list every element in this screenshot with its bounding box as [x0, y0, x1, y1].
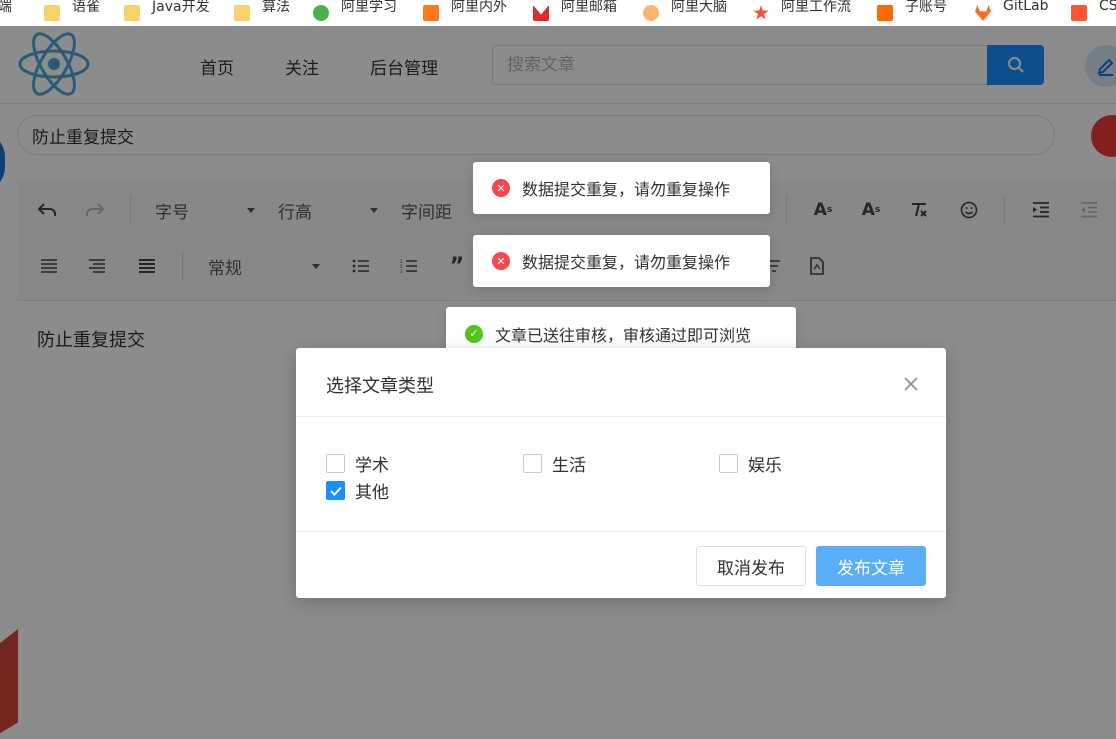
- dialog-body: 学术 生活 娱乐 其他: [296, 417, 946, 532]
- bookmark-ali-mail[interactable]: 阿里邮箱: [533, 0, 617, 26]
- bookmarks-bar: 前端 语雀 Java开发 算法 阿里学习 阿里内外 阿里邮箱 阿里大脑 阿里工作…: [0, 0, 1116, 26]
- bookmark-label: 阿里工作流: [781, 0, 851, 15]
- bookmark-subaccount[interactable]: 子账号: [877, 0, 947, 26]
- bookmark-java[interactable]: Java开发: [124, 0, 210, 26]
- checkbox-life[interactable]: 生活: [523, 451, 586, 476]
- bookmark-gitlab[interactable]: GitLab: [975, 0, 1049, 26]
- bookmark-algorithm[interactable]: 算法: [234, 0, 290, 26]
- checkbox-box[interactable]: [326, 454, 345, 473]
- checkbox-box-checked[interactable]: [326, 481, 345, 500]
- learn-icon: [313, 5, 329, 21]
- success-check-icon: ✓: [465, 324, 483, 343]
- checkbox-entertainment[interactable]: 娱乐: [719, 451, 782, 476]
- publish-article-button[interactable]: 发布文章: [816, 546, 926, 586]
- checkbox-box[interactable]: [719, 454, 738, 473]
- bookmark-ali-neiwai[interactable]: 阿里内外: [423, 0, 507, 26]
- gitlab-icon: [975, 5, 991, 21]
- message-text: 数据提交重复，请勿重复操作: [522, 180, 731, 199]
- bookmark-frontend[interactable]: 前端: [0, 0, 26, 26]
- message-text: 数据提交重复，请勿重复操作: [522, 253, 731, 272]
- bookmark-label: GitLab: [1003, 0, 1049, 14]
- checkbox-box[interactable]: [523, 454, 542, 473]
- workflow-icon: [753, 5, 769, 20]
- check-icon: [329, 486, 342, 496]
- article-type-dialog: 选择文章类型 学术 生活 娱乐 其他 取消发布 发布文章: [296, 348, 946, 598]
- cancel-publish-button[interactable]: 取消发布: [696, 546, 806, 586]
- bookmark-label: 阿里学习: [341, 0, 397, 15]
- checkbox-other[interactable]: 其他: [326, 478, 389, 503]
- error-icon: ✕: [492, 252, 510, 270]
- folder-icon: [124, 5, 140, 21]
- csdn-icon: [1071, 5, 1087, 21]
- checkbox-label: 其他: [355, 483, 389, 503]
- dialog-title: 选择文章类型: [326, 376, 434, 397]
- error-message: ✕ 数据提交重复，请勿重复操作: [473, 162, 770, 214]
- bookmark-label: 子账号: [905, 0, 947, 15]
- bookmark-ali-workflow[interactable]: 阿里工作流: [753, 0, 851, 26]
- bookmark-label: 阿里大脑: [671, 0, 727, 15]
- checkbox-label: 生活: [552, 456, 586, 476]
- error-icon: ✕: [492, 179, 510, 197]
- subaccount-icon: [877, 5, 893, 21]
- bookmark-label: CS: [1099, 0, 1116, 14]
- mail-icon: [533, 5, 549, 21]
- folder-icon: [44, 5, 60, 21]
- bookmark-label: 前端: [0, 0, 12, 15]
- checkbox-label: 学术: [355, 456, 389, 476]
- bookmark-yuque[interactable]: 语雀: [44, 0, 100, 26]
- message-text: 文章已送往审核，审核通过即可浏览: [495, 325, 752, 345]
- folder-icon: [234, 5, 250, 21]
- bookmark-label: 算法: [262, 0, 290, 15]
- checkbox-academic[interactable]: 学术: [326, 451, 389, 476]
- brain-icon: [643, 5, 659, 21]
- checkbox-label: 娱乐: [748, 456, 782, 476]
- bookmark-label: Java开发: [152, 0, 210, 15]
- neiwai-icon: [423, 5, 439, 21]
- error-message: ✕ 数据提交重复，请勿重复操作: [473, 235, 770, 287]
- dialog-header: 选择文章类型: [296, 348, 946, 417]
- bookmark-label: 阿里内外: [451, 0, 507, 15]
- close-icon[interactable]: [901, 374, 921, 394]
- bookmark-label: 语雀: [72, 0, 100, 15]
- bookmark-ali-brain[interactable]: 阿里大脑: [643, 0, 727, 26]
- bookmark-csdn[interactable]: CS: [1071, 0, 1116, 26]
- bookmark-ali-learn[interactable]: 阿里学习: [313, 0, 397, 26]
- bookmark-label: 阿里邮箱: [561, 0, 617, 15]
